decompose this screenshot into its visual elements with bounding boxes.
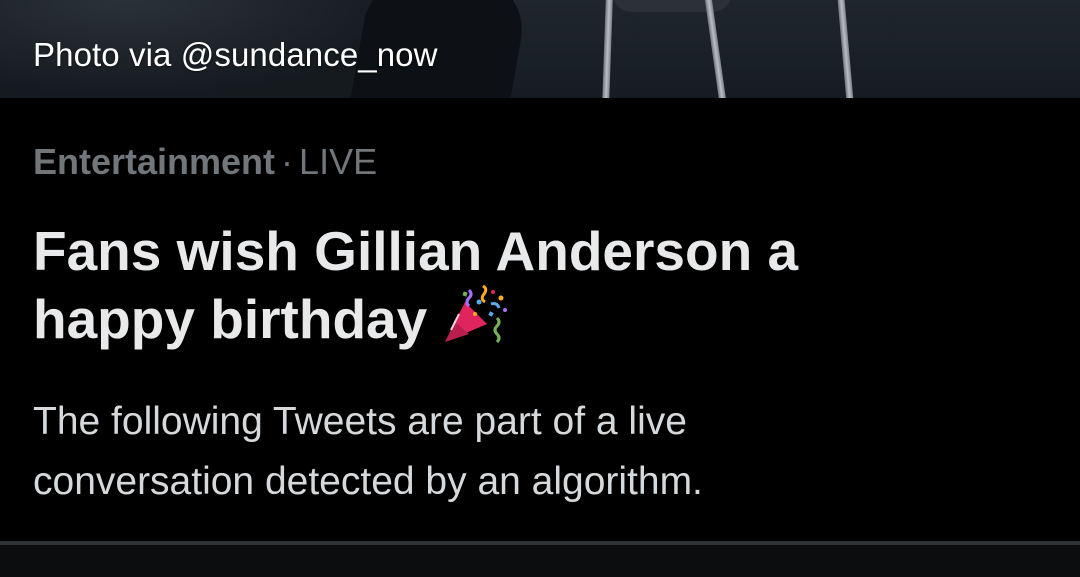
description-line-2: conversation detected by an algorithm. <box>33 460 703 503</box>
photo-stool-leg <box>601 0 614 98</box>
photo-credit: Photo via @sundance_now <box>33 36 438 73</box>
bottom-band <box>0 545 1080 577</box>
party-popper-icon <box>439 284 515 344</box>
photo-stool-leg <box>836 0 855 98</box>
meta-separator: · <box>281 141 294 182</box>
event-photo[interactable]: Photo via @sundance_now <box>0 0 1080 98</box>
description-line-1: The following Tweets are part of a live <box>33 400 687 443</box>
event-headline: Fans wish Gillian Anderson a happy birth… <box>33 218 1033 352</box>
headline-line-1: Fans wish Gillian Anderson a <box>33 220 799 282</box>
event-live-status: LIVE <box>299 141 378 182</box>
live-event-header: Photo via @sundance_now Entertainment · LI… <box>0 0 1080 577</box>
event-category: Entertainment <box>33 141 276 182</box>
photo-stool-leg <box>703 0 728 98</box>
event-meta: Entertainment · LIVE <box>33 141 377 183</box>
photo-stool-seat <box>612 0 732 12</box>
headline-line-2: happy birthday <box>33 288 428 350</box>
event-description: The following Tweets are part of a live … <box>33 392 1013 512</box>
